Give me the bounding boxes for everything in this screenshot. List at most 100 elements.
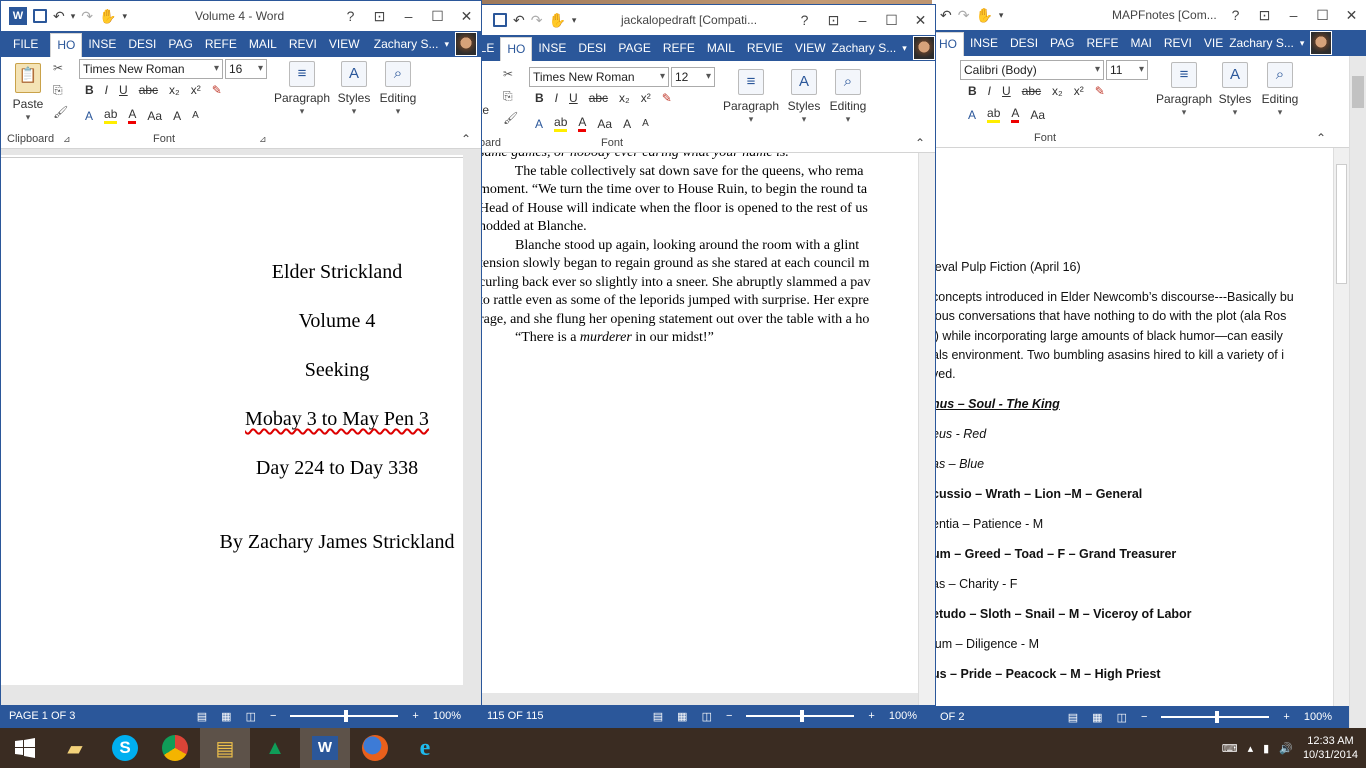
font-size-combo[interactable]: 12 bbox=[671, 67, 715, 87]
zoom-slider[interactable] bbox=[746, 710, 855, 722]
tab-mailings[interactable]: MAI bbox=[1125, 30, 1158, 56]
subscript-icon[interactable]: x₂ bbox=[619, 91, 630, 105]
taskbar-folder-app[interactable]: ▰ bbox=[50, 728, 100, 768]
clear-formatting-icon[interactable]: ✎ bbox=[1095, 84, 1105, 98]
vertical-scrollbar[interactable] bbox=[463, 149, 481, 705]
italic-icon[interactable]: I bbox=[105, 83, 108, 97]
styles-button[interactable]: A Styles ▾ bbox=[1212, 62, 1258, 118]
collapse-ribbon-icon[interactable]: ⌃ bbox=[1316, 131, 1326, 145]
shrink-font-icon[interactable]: A bbox=[642, 118, 649, 129]
tab-home[interactable]: HO bbox=[932, 32, 964, 56]
superscript-icon[interactable]: x² bbox=[1074, 84, 1084, 98]
change-case-icon[interactable]: Aa bbox=[597, 117, 612, 131]
title-bar[interactable]: ↶ ↷ ✋ ▾ jackalopedraft [Compati... ? ⊡ –… bbox=[479, 5, 935, 35]
user-account[interactable]: Zachary S... ▾ bbox=[374, 32, 481, 56]
highlight-icon[interactable]: ab bbox=[104, 107, 118, 124]
user-account[interactable]: Zachary S... ▾ bbox=[1229, 31, 1366, 55]
tab-insert[interactable]: INSE bbox=[532, 35, 572, 61]
tab-review[interactable]: REVI bbox=[1158, 30, 1198, 56]
clear-formatting-icon[interactable]: ✎ bbox=[212, 83, 222, 97]
strikethrough-icon[interactable]: abc bbox=[1022, 84, 1041, 98]
subscript-icon[interactable]: x₂ bbox=[1052, 84, 1063, 98]
collapse-ribbon-icon[interactable]: ⌃ bbox=[461, 132, 471, 146]
tab-references[interactable]: REFE bbox=[199, 31, 243, 57]
shrink-font-icon[interactable]: A bbox=[192, 110, 199, 121]
highlight-icon[interactable]: ab bbox=[554, 115, 568, 132]
text-effects-icon[interactable]: A bbox=[535, 117, 543, 131]
outer-scroll-thumb[interactable] bbox=[1352, 76, 1364, 108]
tab-review[interactable]: REVIE bbox=[741, 35, 789, 61]
italic-icon[interactable]: I bbox=[988, 84, 991, 98]
customize-qat-icon[interactable]: ▾ bbox=[122, 11, 127, 22]
touch-mode-icon[interactable]: ✋ bbox=[975, 7, 992, 24]
change-case-icon[interactable]: Aa bbox=[147, 109, 162, 123]
tab-design[interactable]: DESI bbox=[122, 31, 162, 57]
minimize-icon[interactable]: – bbox=[848, 12, 877, 28]
font-color-icon[interactable]: A bbox=[1011, 106, 1020, 123]
print-layout-icon[interactable]: ▦ bbox=[221, 710, 231, 723]
superscript-icon[interactable]: x² bbox=[191, 83, 201, 97]
tab-file[interactable]: FILE bbox=[1, 31, 51, 57]
tab-page-layout[interactable]: PAGE bbox=[612, 35, 656, 61]
zoom-out-icon[interactable]: − bbox=[726, 710, 732, 722]
zoom-in-icon[interactable]: + bbox=[412, 710, 418, 722]
underline-icon[interactable]: U bbox=[569, 91, 578, 105]
font-name-combo[interactable]: Times New Roman bbox=[79, 59, 223, 79]
paragraph-button[interactable]: ≡ Paragraph ▾ bbox=[1154, 62, 1214, 118]
font-launcher-icon[interactable]: ⊿ bbox=[259, 134, 267, 145]
maximize-icon[interactable]: ☐ bbox=[1308, 7, 1337, 24]
zoom-slider[interactable] bbox=[1161, 711, 1270, 723]
document-area[interactable]: ieval Pulp Fiction (April 16) concepts i… bbox=[932, 148, 1366, 706]
bold-icon[interactable]: B bbox=[85, 83, 94, 97]
zoom-slider[interactable] bbox=[290, 710, 399, 722]
tab-design[interactable]: DESI bbox=[572, 35, 612, 61]
tab-references[interactable]: REFE bbox=[657, 35, 701, 61]
superscript-icon[interactable]: x² bbox=[641, 91, 651, 105]
print-layout-icon[interactable]: ▦ bbox=[677, 710, 687, 723]
ribbon-display-icon[interactable]: ⊡ bbox=[1250, 7, 1279, 24]
document-area[interactable]: same games, or nobody ever caring what y… bbox=[479, 153, 935, 705]
close-icon[interactable]: ✕ bbox=[1337, 7, 1366, 24]
clear-formatting-icon[interactable]: ✎ bbox=[662, 91, 672, 105]
grow-font-icon[interactable]: A bbox=[173, 109, 181, 123]
minimize-icon[interactable]: – bbox=[394, 8, 423, 24]
document-page[interactable]: ieval Pulp Fiction (April 16) concepts i… bbox=[932, 148, 1324, 688]
help-icon[interactable]: ? bbox=[790, 12, 819, 28]
zoom-in-icon[interactable]: + bbox=[868, 710, 874, 722]
taskbar-firefox[interactable] bbox=[350, 728, 400, 768]
tab-page-layout[interactable]: PAG bbox=[1044, 30, 1080, 56]
close-icon[interactable]: ✕ bbox=[452, 8, 481, 25]
strikethrough-icon[interactable]: abc bbox=[139, 83, 158, 97]
page-count[interactable]: OF 2 bbox=[932, 711, 964, 723]
vertical-scrollbar[interactable] bbox=[1333, 148, 1349, 706]
editing-button[interactable]: ⌕ Editing ▾ bbox=[375, 61, 421, 117]
keyboard-icon[interactable]: ⌨ bbox=[1222, 742, 1238, 755]
web-layout-icon[interactable]: ◫ bbox=[702, 710, 712, 723]
minimize-icon[interactable]: – bbox=[1279, 7, 1308, 23]
editing-button[interactable]: ⌕ Editing ▾ bbox=[1257, 62, 1303, 118]
font-color-icon[interactable]: A bbox=[128, 107, 137, 124]
undo-icon[interactable]: ↶ bbox=[940, 7, 952, 24]
italic-icon[interactable]: I bbox=[555, 91, 558, 105]
cut-icon[interactable]: ✂ bbox=[503, 67, 513, 81]
document-area[interactable]: Elder Strickland Volume 4 Seeking Mobay … bbox=[1, 149, 481, 705]
taskbar-chrome[interactable] bbox=[150, 728, 200, 768]
highlight-icon[interactable]: ab bbox=[987, 106, 1001, 123]
taskbar-internet-explorer[interactable]: e bbox=[400, 728, 450, 768]
font-name-combo[interactable]: Times New Roman bbox=[529, 67, 669, 87]
show-hidden-icons-icon[interactable]: ▴ bbox=[1248, 742, 1254, 755]
taskbar-skype[interactable]: S bbox=[100, 728, 150, 768]
font-size-combo[interactable]: 11 bbox=[1106, 60, 1148, 80]
save-icon[interactable] bbox=[493, 13, 507, 27]
underline-icon[interactable]: U bbox=[1002, 84, 1011, 98]
network-icon[interactable]: ▮ bbox=[1263, 742, 1269, 755]
document-page[interactable]: Elder Strickland Volume 4 Seeking Mobay … bbox=[1, 155, 465, 685]
tab-design[interactable]: DESI bbox=[1004, 30, 1044, 56]
zoom-level[interactable]: 100% bbox=[433, 710, 475, 722]
print-layout-icon[interactable]: ▦ bbox=[1092, 711, 1102, 724]
word-window-volume4[interactable]: W ↶ ▾ ↷ ✋ ▾ Volume 4 - Word ? ⊡ – ☐ ✕ FI… bbox=[0, 0, 482, 728]
start-button[interactable] bbox=[0, 728, 50, 768]
tab-page-layout[interactable]: PAG bbox=[162, 31, 198, 57]
touch-mode-icon[interactable]: ✋ bbox=[548, 12, 565, 29]
read-mode-icon[interactable]: ▤ bbox=[197, 710, 207, 723]
